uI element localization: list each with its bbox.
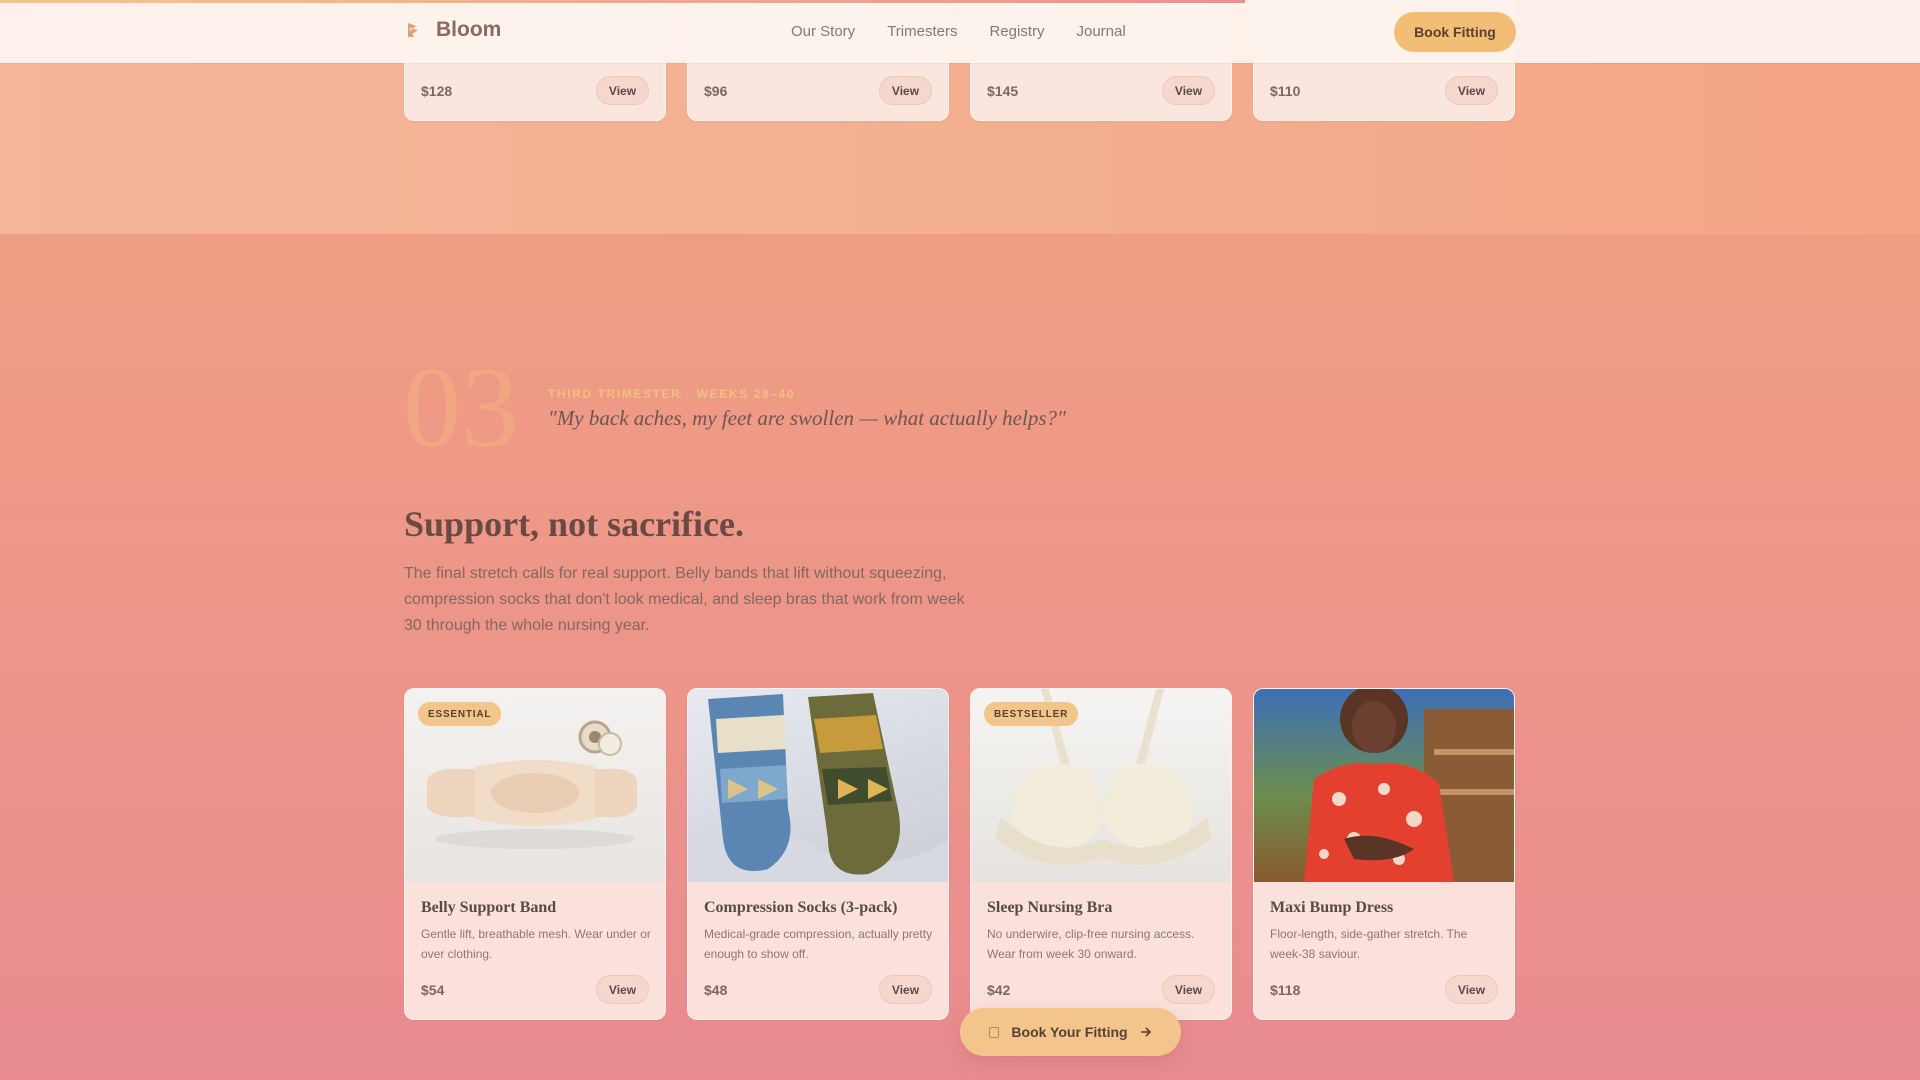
top-nav: Bloom Our Story Trimesters Registry Jour…: [0, 0, 1920, 63]
dress-model-illustration: [1304, 689, 1514, 882]
brand-name: Bloom: [436, 18, 502, 41]
view-button[interactable]: View: [596, 76, 649, 105]
product-image-maxi-bump-dress: [1254, 689, 1514, 882]
product-card-maxi-bump-dress[interactable]: Maxi Bump Dress Floor-length, side-gathe…: [1253, 688, 1515, 1020]
section-body: The final stretch calls for real support…: [404, 565, 965, 634]
product-description: Gentle lift, breathable mesh. Wear under…: [421, 927, 651, 961]
nav-link-journal[interactable]: Journal: [1076, 23, 1125, 40]
view-button[interactable]: View: [596, 975, 649, 1004]
view-button[interactable]: View: [1162, 975, 1215, 1004]
view-button[interactable]: View: [879, 76, 932, 105]
product-description: No underwire, clip-free nursing access. …: [987, 927, 1195, 961]
view-button[interactable]: View: [879, 975, 932, 1004]
flower-logo-icon: [408, 23, 418, 37]
product-price: $118: [1270, 982, 1301, 998]
section-number: 03: [403, 344, 519, 472]
product-price: $128: [421, 83, 453, 99]
book-your-fitting-label: Book Your Fitting: [1011, 1024, 1128, 1040]
product-description: Floor-length, side-gather stretch. The w…: [1270, 927, 1468, 961]
socks-illustration: [688, 693, 948, 882]
product-price: $48: [704, 982, 728, 998]
section-eyebrow: THIRD TRIMESTER · WEEKS 28–40: [548, 387, 796, 401]
product-title: Sleep Nursing Bra: [987, 899, 1113, 916]
brand[interactable]: Bloom: [404, 18, 501, 42]
section-headline: Support, not sacrifice.: [404, 504, 744, 544]
view-button[interactable]: View: [1445, 76, 1498, 105]
product-card-belly-band[interactable]: ESSENTIAL Belly Support Band Gentle lift…: [404, 688, 666, 1020]
product-price: $42: [987, 982, 1011, 998]
product-price: $110: [1270, 83, 1301, 99]
nav-link-our-story[interactable]: Our Story: [791, 23, 855, 40]
nav-link-trimesters[interactable]: Trimesters: [887, 23, 957, 40]
section-quote: "My back aches, my feet are swollen — wh…: [548, 406, 1066, 430]
product-title: Belly Support Band: [421, 899, 557, 916]
product-image-compression-socks: [688, 689, 948, 882]
book-fitting-button[interactable]: Book Fitting: [1394, 12, 1516, 52]
nav-link-registry[interactable]: Registry: [989, 23, 1044, 40]
product-card-compression-socks[interactable]: Compression Socks (3-pack) Medical-grade…: [687, 688, 949, 1020]
scroll-progress-bar: [0, 0, 1245, 3]
product-title: Maxi Bump Dress: [1270, 899, 1394, 916]
product-badge: ESSENTIAL: [418, 702, 502, 726]
product-price: $145: [987, 83, 1019, 99]
arrow-right-icon: [1140, 1027, 1151, 1037]
book-your-fitting-button[interactable]: Book Your Fitting: [960, 1008, 1181, 1056]
product-description: Medical-grade compression, actually pret…: [704, 927, 933, 961]
product-card-sleep-nursing-bra[interactable]: BESTSELLER Sleep Nursing Bra No underwir…: [970, 688, 1232, 1020]
product-badge: BESTSELLER: [984, 702, 1079, 726]
product-title: Compression Socks (3-pack): [704, 899, 898, 916]
view-button[interactable]: View: [1445, 975, 1498, 1004]
product-price: $96: [704, 83, 728, 99]
view-button[interactable]: View: [1162, 76, 1215, 105]
product-price: $54: [421, 982, 445, 998]
calendar-icon: [989, 1026, 1000, 1038]
nav-links: Our Story Trimesters Registry Journal: [791, 23, 1126, 40]
